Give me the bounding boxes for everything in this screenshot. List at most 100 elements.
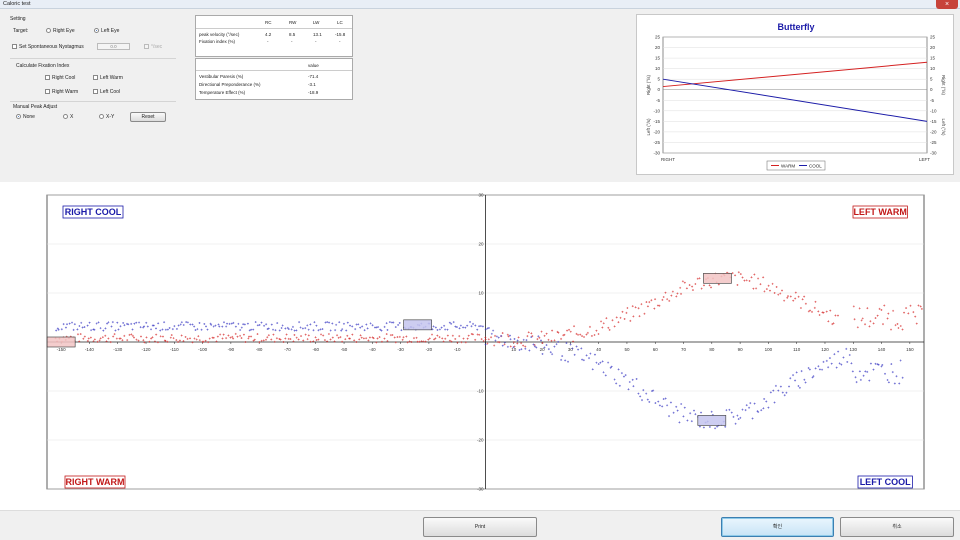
butterfly-plot-frame [662, 36, 928, 154]
butterfly-ytick-left-10: -25 [653, 140, 660, 145]
butterfly-ytick-right-4: 5 [930, 77, 933, 82]
peak-heading: Manual Peak Adjust [13, 104, 58, 110]
butterfly-right-axis-bottom: Left (°/s) [941, 118, 946, 136]
peak-marker-box-1 [403, 319, 432, 331]
col-header-rc: RC [265, 20, 272, 25]
reset-button[interactable]: Reset [130, 112, 166, 122]
butterfly-ytick-right-9: -20 [930, 129, 937, 134]
scatter-xtick-6: -90 [228, 347, 235, 352]
scatter-xtick-22: 70 [681, 347, 687, 352]
scatter-xtick-2: -130 [113, 347, 123, 352]
butterfly-title: Butterfly [777, 22, 814, 32]
right-warm-label[interactable]: Right Warm [52, 89, 78, 95]
nystagmus-scatter-chart: 30 20 10 -10 -20 -30 -150 -140 -130 -120 -110 -100 -… [0, 182, 960, 510]
bottom-bar: Print 확인 취소 [0, 510, 960, 540]
scatter-xtick-14: -10 [454, 347, 461, 352]
peak-none-radio[interactable] [16, 114, 21, 119]
col-header-lc: LC [337, 20, 343, 25]
peak-xy-label[interactable]: X-Y [106, 114, 114, 120]
scatter-xtick-4: -110 [170, 347, 179, 352]
quadrant-label-right-cool: RIGHT COOL [65, 207, 122, 217]
fixation-lw-value: - [315, 39, 317, 44]
scatter-xtick-7: -80 [256, 347, 263, 352]
scatter-xtick-9: -60 [313, 347, 320, 352]
butterfly-left-axis-bottom: Left (°/s) [646, 118, 651, 136]
scatter-xtick-1: -140 [85, 347, 95, 352]
scatter-xtick-3: -120 [142, 347, 152, 352]
butterfly-ytick-right-0: 25 [930, 35, 936, 40]
butterfly-ytick-left-9: -20 [653, 129, 660, 134]
close-icon[interactable]: × [936, 0, 958, 9]
butterfly-ytick-left-4: 5 [657, 77, 660, 82]
right-cool-label[interactable]: Right Cool [52, 75, 75, 81]
peak-x-radio[interactable] [63, 114, 68, 119]
directional-preponderance-label: Directional Preponderance (%) [199, 82, 261, 87]
row-label-peak-velocity: peak velocity (°/sec) [199, 32, 240, 37]
col-header-lw: LW [313, 20, 320, 25]
peak-lc-value: -15.8 [335, 32, 346, 37]
butterfly-ytick-left-6: -5 [656, 98, 660, 103]
quadrant-label-left-cool: LEFT COOL [860, 477, 911, 487]
left-cool-label[interactable]: Left Cool [100, 89, 120, 95]
spontaneous-unit-checkbox [144, 44, 149, 49]
right-eye-label[interactable]: Right Eye [53, 28, 75, 34]
setting-heading: Setting [10, 16, 26, 22]
spontaneous-label[interactable]: Set Spontaneous Nystagmus [19, 44, 84, 50]
right-warm-checkbox[interactable] [45, 89, 50, 94]
fixation-lc-value: - [339, 39, 341, 44]
peak-marker-box-3 [697, 415, 727, 426]
left-warm-checkbox[interactable] [93, 75, 98, 80]
temperature-effect-value: -18.9 [308, 90, 319, 95]
scatter-xtick-10: -50 [341, 347, 348, 352]
scatter-ytick-0: 30 [478, 193, 484, 198]
right-eye-radio[interactable] [46, 28, 51, 33]
scatter-ytick-4: -20 [477, 438, 484, 443]
butterfly-ytick-left-1: 20 [655, 45, 661, 50]
scatter-xtick-12: -30 [397, 347, 404, 352]
butterfly-ytick-right-8: -15 [930, 119, 937, 124]
peak-group-divider [10, 101, 176, 102]
vestibular-paresis-value: -71.4 [308, 74, 319, 79]
vestibular-paresis-label: Vestibular Paresis (%) [199, 74, 244, 79]
left-warm-label[interactable]: Left Warm [100, 75, 123, 81]
directional-preponderance-value: -3.1 [308, 82, 316, 87]
peak-none-label[interactable]: None [23, 114, 35, 120]
peak-xy-radio[interactable] [99, 114, 104, 119]
fixation-rw-value: - [291, 39, 293, 44]
title-bar: Caloric test × [0, 0, 960, 9]
butterfly-chart: Butterfly 25 25 20 20 15 15 10 10 5 5 0 0 -5 -5 -10 -10 -… [636, 14, 954, 175]
cancel-button[interactable]: 취소 [840, 517, 954, 537]
scatter-xtick-13: -20 [426, 347, 433, 352]
peak-x-label[interactable]: X [70, 114, 73, 120]
butterfly-ytick-right-7: -10 [930, 108, 937, 113]
butterfly-ytick-right-1: 20 [930, 45, 936, 50]
peak-velocity-table: RC RW LW LC peak velocity (°/sec) 4.2 8.… [195, 15, 353, 57]
butterfly-ytick-left-7: -10 [653, 108, 660, 113]
row-label-fixation-index: Fixation index (%) [199, 39, 236, 44]
ok-button[interactable]: 확인 [721, 517, 834, 537]
legend-cool-label: COOL [809, 164, 822, 169]
print-button[interactable]: Print [423, 517, 537, 537]
quadrant-label-left-warm: LEFT WARM [853, 207, 907, 217]
quadrant-label-right-warm: RIGHT WARM [66, 477, 125, 487]
butterfly-ytick-right-10: -25 [930, 140, 937, 145]
butterfly-ytick-left-0: 25 [655, 35, 661, 40]
butterfly-ytick-right-11: -30 [930, 151, 937, 156]
scatter-xtick-0: -150 [57, 347, 67, 352]
scatter-xtick-26: 110 [793, 347, 801, 352]
scatter-xtick-8: -70 [284, 347, 291, 352]
right-cool-checkbox[interactable] [45, 75, 50, 80]
butterfly-x-label-left: LEFT [919, 157, 930, 162]
left-cool-checkbox[interactable] [93, 89, 98, 94]
summary-divider [196, 70, 352, 71]
spontaneous-checkbox[interactable] [12, 44, 17, 49]
scatter-xtick-27: 120 [821, 347, 829, 352]
butterfly-ytick-right-2: 15 [930, 56, 936, 61]
scatter-ytick-3: -10 [477, 389, 484, 394]
table-divider [196, 28, 352, 29]
left-eye-label[interactable]: Left Eye [101, 28, 119, 34]
scatter-xtick-19: 40 [596, 347, 602, 352]
spontaneous-value-field[interactable]: 0.0 [97, 43, 130, 50]
left-eye-radio[interactable] [94, 28, 99, 33]
butterfly-x-label-right: RIGHT [661, 157, 675, 162]
